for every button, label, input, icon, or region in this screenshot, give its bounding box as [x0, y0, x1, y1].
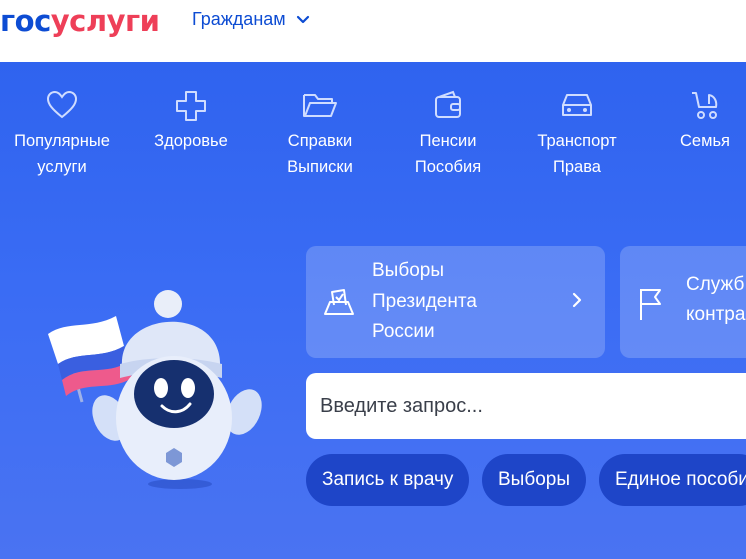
category-health[interactable]: Здоровье — [126, 90, 256, 154]
category-certificates[interactable]: Справки Выписки — [255, 90, 385, 180]
chip-label: Выборы — [498, 469, 571, 490]
quick-chip-elections[interactable]: Выборы — [482, 454, 587, 506]
audience-dropdown[interactable]: Гражданам — [192, 9, 310, 30]
search-box — [306, 373, 746, 439]
category-transport[interactable]: Транспорт Права — [512, 90, 642, 180]
car-icon — [562, 94, 592, 116]
category-pensions[interactable]: Пенсии Пособия — [383, 90, 513, 180]
mascot-robot-illustration — [48, 290, 262, 489]
chip-label: Единое пособи — [615, 469, 746, 490]
folder-icon — [303, 94, 337, 117]
category-label: Популярные услуги — [14, 132, 110, 176]
heart-icon — [46, 90, 78, 119]
quick-chip-unified-benefit[interactable]: Единое пособи — [599, 454, 746, 506]
category-family[interactable]: Семья — [640, 90, 746, 154]
logo-part-uslugi: услуги — [50, 4, 160, 38]
contract-service-card[interactable]: Служб контра — [620, 246, 746, 358]
audience-dropdown-label: Гражданам — [192, 9, 286, 29]
search-input[interactable] — [320, 373, 746, 439]
category-label: Здоровье — [154, 132, 228, 150]
category-label: Справки Выписки — [287, 132, 353, 176]
category-label: Транспорт Права — [537, 132, 617, 176]
contract-service-card-label: Служб контра — [686, 274, 746, 325]
category-popular-services[interactable]: Популярные услуги — [0, 90, 127, 180]
elections-card-label: Выборы Президента России — [372, 260, 477, 342]
chevron-down-icon — [296, 15, 309, 23]
stroller-icon — [692, 92, 718, 119]
flag-icon — [640, 289, 661, 320]
chip-label: Запись к врачу — [322, 469, 454, 490]
hero-section: Популярные услуги Здоровье Справки Выпис… — [0, 62, 746, 559]
elections-card[interactable]: Выборы Президента России — [306, 246, 605, 358]
category-label: Семья — [680, 132, 730, 150]
wallet-icon — [435, 90, 461, 118]
medical-cross-icon — [176, 91, 206, 121]
chevron-right-icon — [572, 292, 582, 308]
quick-chip-doctor-appointment[interactable]: Запись к врачу — [306, 454, 470, 506]
category-bar: Популярные услуги Здоровье Справки Выпис… — [0, 90, 746, 190]
gosuslugi-logo[interactable]: госуслуги — [0, 4, 160, 38]
logo-part-gos: гос — [0, 4, 51, 38]
ballot-box-icon — [324, 289, 354, 315]
top-header: госуслуги Гражданам — [0, 0, 746, 62]
category-label: Пенсии Пособия — [414, 132, 482, 176]
